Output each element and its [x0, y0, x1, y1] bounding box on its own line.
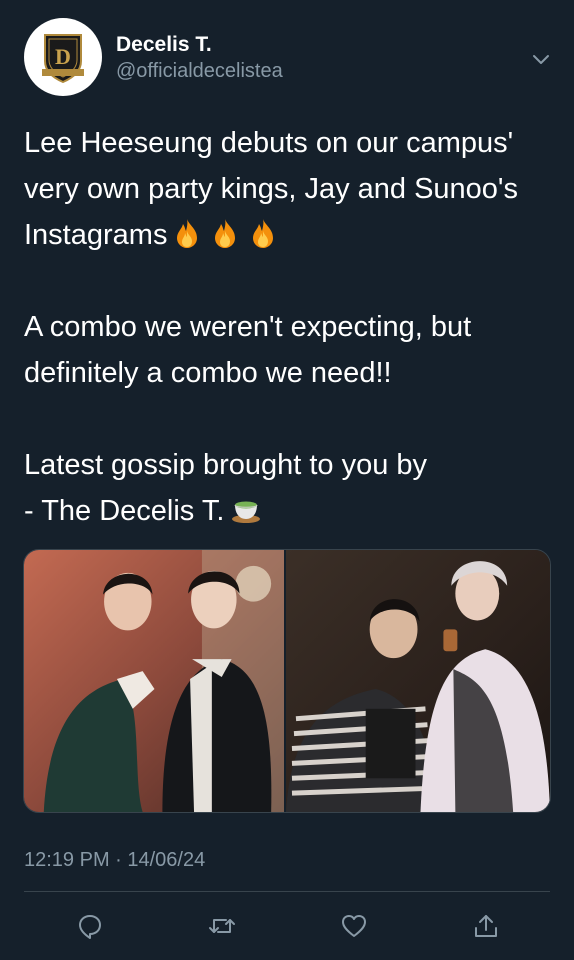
timestamp[interactable]: 12:19 PM · 14/06/24 — [24, 846, 205, 874]
divider — [24, 891, 550, 892]
photo-right[interactable] — [286, 550, 550, 812]
reply-button[interactable] — [72, 908, 108, 944]
tweet-header: D Decelis T. @officialdecelistea — [24, 18, 556, 98]
share-button[interactable] — [468, 908, 504, 944]
fire-emoji — [177, 219, 198, 248]
paragraph-1: Lee Heeseung debuts on our campus' very … — [24, 120, 554, 258]
paragraph-3-line-2-text: - The Decelis T. — [24, 495, 225, 527]
fire-emoji — [253, 219, 274, 248]
handle[interactable]: @officialdecelistea — [116, 58, 283, 84]
chevron-down-icon[interactable] — [530, 48, 552, 70]
reply-icon — [79, 915, 101, 939]
paragraph-2: A combo we weren't expecting, but defini… — [24, 311, 472, 389]
decelis-crest-logo: D — [42, 34, 84, 83]
like-button[interactable] — [336, 908, 372, 944]
retweet-button[interactable] — [204, 908, 240, 944]
retweet-icon — [209, 919, 235, 933]
author-names: Decelis T. @officialdecelistea — [116, 32, 283, 84]
tea-emoji — [232, 501, 261, 523]
paragraph-3-line-2: - The Decelis T. — [24, 488, 554, 534]
photo-right-image — [286, 550, 550, 812]
display-name[interactable]: Decelis T. — [116, 32, 283, 58]
avatar[interactable]: D — [24, 18, 102, 96]
tweet-media[interactable] — [23, 549, 551, 813]
photo-left[interactable] — [24, 550, 286, 812]
photo-left-image — [24, 550, 284, 812]
tweet-text: Lee Heeseung debuts on our campus' very … — [24, 120, 554, 534]
like-icon — [342, 915, 366, 937]
svg-text:D: D — [55, 44, 71, 69]
action-bar — [24, 908, 550, 944]
share-icon — [475, 915, 497, 937]
fire-emoji — [215, 219, 236, 248]
paragraph-3-line-1: Latest gossip brought to you by — [24, 449, 428, 481]
